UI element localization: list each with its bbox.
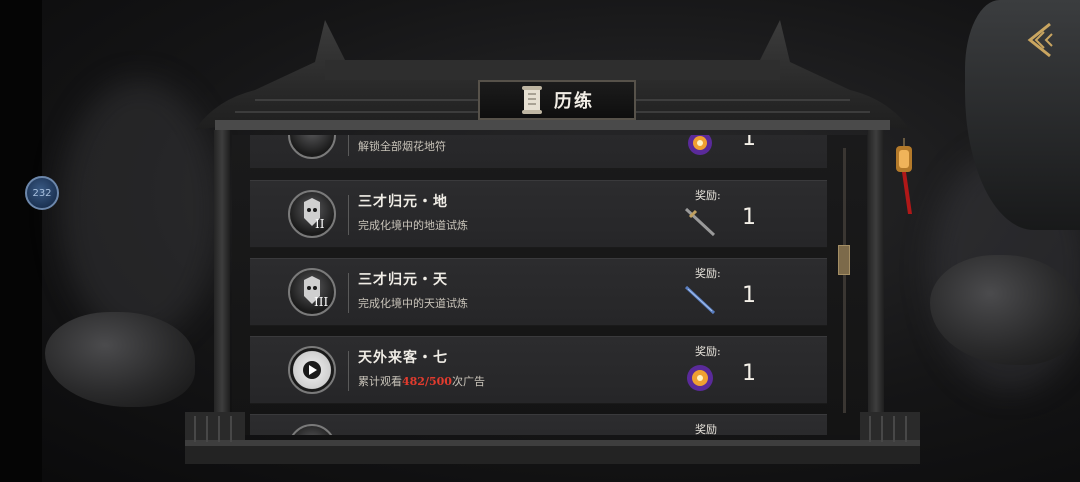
counter-value: 232 bbox=[32, 187, 52, 199]
right-pillar bbox=[868, 130, 884, 430]
left-edge-strip bbox=[0, 0, 42, 482]
list-item[interactable]: 天外来客・七 累计观看482/500次广告 奖励: 1 bbox=[250, 336, 827, 404]
list-item[interactable]: II 三才归元・地 完成化境中的地道试炼 奖励: 1 bbox=[250, 180, 827, 248]
play-ad-icon bbox=[303, 361, 321, 379]
reward-label: 奖励: bbox=[695, 345, 721, 358]
rank-numeral: III bbox=[314, 295, 328, 309]
reward-label: 奖励: bbox=[695, 267, 721, 280]
achievement-emblem: II bbox=[288, 190, 336, 238]
row-divider bbox=[348, 273, 349, 313]
demon-mask-icon: II bbox=[304, 198, 325, 231]
achievement-emblem: III bbox=[288, 268, 336, 316]
row-desc: 完成化境中的天道试炼 bbox=[358, 297, 468, 310]
reward-label: 奖励: bbox=[695, 189, 721, 202]
blue-sword-icon[interactable] bbox=[680, 283, 720, 317]
scrollbar-thumb[interactable] bbox=[838, 245, 850, 275]
left-rock bbox=[45, 312, 195, 407]
ad-progress: 482/500 bbox=[402, 375, 452, 388]
row-desc: 完成化境中的地道试炼 bbox=[358, 219, 468, 232]
scrollbar-track[interactable] bbox=[843, 148, 846, 413]
row-title: 三才归元・天 bbox=[358, 272, 448, 288]
back-arrow-icon bbox=[1027, 22, 1053, 58]
rank-numeral: II bbox=[315, 217, 325, 231]
row-title: 三才归元・地 bbox=[358, 194, 448, 210]
row-divider bbox=[348, 195, 349, 235]
title-plaque: 历练 bbox=[478, 80, 636, 120]
bottom-railing bbox=[185, 412, 920, 464]
scroll-icon bbox=[522, 86, 542, 114]
row-title: 天外来客・七 bbox=[358, 350, 448, 366]
achievement-emblem bbox=[288, 346, 336, 394]
counter-badge[interactable]: 232 bbox=[25, 176, 59, 210]
list-item[interactable]: III 三才归元・天 完成化境中的天道试炼 奖励: 1 bbox=[250, 258, 827, 326]
back-button[interactable] bbox=[1022, 20, 1062, 60]
page-title: 历练 bbox=[554, 91, 594, 112]
row-desc: 累计观看482/500次广告 bbox=[358, 373, 485, 389]
left-pillar bbox=[214, 130, 230, 430]
reward-count: 1 bbox=[742, 205, 756, 230]
list-item[interactable]: 解锁全部烟花地符 1 bbox=[250, 135, 827, 169]
demon-mask-icon: III bbox=[304, 276, 328, 309]
achievement-panel[interactable]: 解锁全部烟花地符 1 II 三才归元・地 完成化境中的地道试炼 奖励: 1 II… bbox=[232, 135, 867, 435]
orb-icon[interactable] bbox=[680, 361, 720, 395]
reward-count: 1 bbox=[742, 361, 756, 386]
sword-icon[interactable] bbox=[680, 205, 720, 239]
desc-prefix: 累计观看 bbox=[358, 375, 402, 388]
lantern-icon bbox=[896, 138, 912, 214]
reward-count: 1 bbox=[742, 283, 756, 308]
desc-suffix: 次广告 bbox=[451, 375, 485, 388]
row-desc: 解锁全部烟花地符 bbox=[358, 140, 446, 153]
row-divider bbox=[348, 351, 349, 391]
